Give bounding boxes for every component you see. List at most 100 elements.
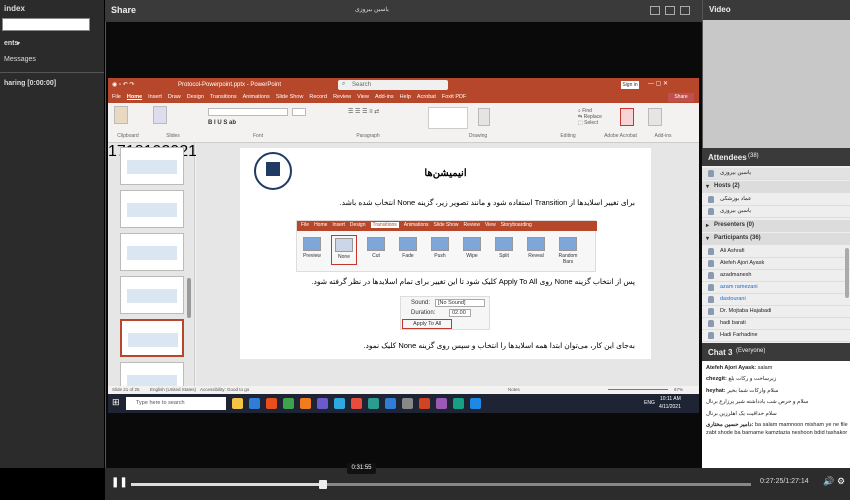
attendees-scrollbar[interactable] xyxy=(845,248,849,298)
notes-button[interactable]: Notes xyxy=(508,387,520,392)
zoom-slider[interactable] xyxy=(608,389,668,390)
host-row[interactable]: عماد بوزشکی xyxy=(702,194,850,206)
taskbar-app-icon[interactable] xyxy=(266,398,277,409)
ribbon-tab[interactable]: Add-ins xyxy=(375,94,394,100)
fullscreen-icon[interactable] xyxy=(665,6,675,15)
sound-select[interactable]: [No Sound] xyxy=(435,299,485,307)
hosts-group[interactable]: ▾ Hosts (2) xyxy=(702,181,850,193)
volume-icon[interactable]: 🔊 xyxy=(823,476,834,487)
progress-track[interactable] xyxy=(131,480,751,489)
apply-to-all-button[interactable]: Apply To All xyxy=(402,319,452,329)
ribbon-tab[interactable]: Record xyxy=(309,94,327,100)
arrange-icon[interactable] xyxy=(478,108,490,126)
share-button[interactable]: Share xyxy=(668,93,694,102)
transition-item[interactable]: Reveal xyxy=(523,235,549,265)
zoom-level[interactable]: 67% xyxy=(674,387,683,392)
ribbon-tab[interactable]: File xyxy=(112,94,121,100)
transition-item[interactable]: Push xyxy=(427,235,453,265)
slide-thumbnail[interactable] xyxy=(120,319,184,357)
ribbon-tab[interactable]: Transitions xyxy=(210,94,237,100)
transition-item[interactable]: Cut xyxy=(363,235,389,265)
slide-thumbnail[interactable] xyxy=(120,233,184,271)
layout-icon[interactable] xyxy=(650,6,660,15)
accessibility-status[interactable]: Accessibility: Good to go xyxy=(200,387,249,392)
transition-item[interactable]: Fade xyxy=(395,235,421,265)
participant-row[interactable]: Hadi Farhadine xyxy=(702,330,850,342)
new-slide-icon[interactable] xyxy=(153,106,167,124)
participant-row[interactable]: dastourani xyxy=(702,294,850,306)
bold-italic-icon[interactable]: B I U S ab xyxy=(208,120,236,126)
taskbar-app-icon[interactable] xyxy=(436,398,447,409)
presenters-group[interactable]: ▸ Presenters (0) xyxy=(702,220,850,232)
create-pdf-icon[interactable] xyxy=(620,108,634,126)
ppt-search-input[interactable]: ⌕ Search xyxy=(338,80,448,90)
taskbar-app-icon[interactable] xyxy=(453,398,464,409)
taskbar-app-icon[interactable] xyxy=(317,398,328,409)
ribbon-tab[interactable]: Insert xyxy=(148,94,162,100)
ribbon-tab[interactable]: Slide Show xyxy=(276,94,304,100)
taskbar-app-icon[interactable] xyxy=(249,398,260,409)
duration-input[interactable]: 02.00 xyxy=(449,309,471,317)
attendee-me[interactable]: یاسین بیروزی xyxy=(702,168,850,180)
slide-thumbnail[interactable] xyxy=(120,147,184,185)
taskbar-app-icon[interactable] xyxy=(351,398,362,409)
sign-in-button[interactable]: Sign in xyxy=(621,81,639,89)
participant-row[interactable]: Atefeh Ajori Ayask xyxy=(702,258,850,270)
slide-thumbnail[interactable] xyxy=(120,276,184,314)
sharing-item[interactable]: haring [0:00:00] xyxy=(4,80,56,87)
taskbar-time[interactable]: 10:11 AM xyxy=(660,396,681,402)
messages-item[interactable]: Messages xyxy=(4,56,36,63)
ribbon-tab[interactable]: Review xyxy=(333,94,351,100)
font-size-select[interactable] xyxy=(292,108,306,116)
taskbar-app-icon[interactable] xyxy=(334,398,345,409)
pause-icon[interactable]: ❚❚ xyxy=(111,477,128,488)
ribbon-tab[interactable]: Animations xyxy=(243,94,270,100)
ribbon-tab[interactable]: Acrobat xyxy=(417,94,436,100)
participant-row[interactable]: Ali Ashrafi xyxy=(702,246,850,258)
taskbar-lang[interactable]: ENG xyxy=(644,400,655,406)
left-search-input[interactable] xyxy=(2,18,90,31)
participants-group[interactable]: ▾ Participants (36) xyxy=(702,233,850,245)
progress-handle[interactable] xyxy=(319,480,328,489)
host-row[interactable]: یاسین بیروزی xyxy=(702,206,850,218)
thumbs-scrollbar[interactable] xyxy=(187,278,191,318)
paragraph-icons[interactable]: ☰ ☰ ☰ ≡ ⇄ xyxy=(348,108,379,115)
ribbon-tab[interactable]: Draw xyxy=(168,94,181,100)
taskbar-app-icon[interactable] xyxy=(283,398,294,409)
taskbar-date[interactable]: 4/11/2021 xyxy=(659,404,681,410)
taskbar-app-icon[interactable] xyxy=(470,398,481,409)
participant-row[interactable]: Dr. Mojtaba Hajabadi xyxy=(702,306,850,318)
windows-start-icon[interactable]: ⊞ xyxy=(112,397,120,408)
taskbar-app-icon[interactable] xyxy=(368,398,379,409)
taskbar-search-input[interactable]: Type here to search xyxy=(126,397,226,410)
participant-row[interactable]: hadi barati xyxy=(702,318,850,330)
ribbon-tab[interactable]: Foxit PDF xyxy=(442,94,466,100)
participant-row[interactable]: azam ramezani xyxy=(702,282,850,294)
window-controls-icon[interactable]: — ▢ ✕ xyxy=(648,80,668,87)
paste-icon[interactable] xyxy=(114,106,128,124)
transition-item[interactable]: None xyxy=(331,235,357,265)
transition-item[interactable]: Random Bars xyxy=(555,235,581,265)
taskbar-app-icon[interactable] xyxy=(402,398,413,409)
ribbon-tab[interactable]: Design xyxy=(187,94,204,100)
participant-row[interactable]: azadmanesh xyxy=(702,270,850,282)
find-replace-icon[interactable]: ⌕ Find ⇆ Replace ⬚ Select xyxy=(578,108,602,126)
taskbar-app-icon[interactable] xyxy=(419,398,430,409)
slide-thumbnail[interactable] xyxy=(120,190,184,228)
taskbar-app-icon[interactable] xyxy=(300,398,311,409)
settings-icon[interactable]: ⚙ xyxy=(837,476,845,487)
transition-item[interactable]: Preview xyxy=(299,235,325,265)
transition-item[interactable]: Wipe xyxy=(459,235,485,265)
ribbon-tab[interactable]: Home xyxy=(127,94,142,100)
add-ins-icon[interactable] xyxy=(648,108,662,126)
ribbon-tab[interactable]: View xyxy=(357,94,369,100)
taskbar-app-icon[interactable] xyxy=(385,398,396,409)
autosave-icon[interactable]: ◉ ▫ ↶ ↷ xyxy=(112,81,134,88)
transition-item[interactable]: Split xyxy=(491,235,517,265)
ribbon-tab[interactable]: Help xyxy=(400,94,411,100)
window-icon[interactable] xyxy=(680,6,690,15)
chevron-down-icon[interactable]: ▾ xyxy=(17,40,20,47)
taskbar-app-icon[interactable] xyxy=(232,398,243,409)
shapes-gallery[interactable] xyxy=(428,107,468,129)
font-name-select[interactable] xyxy=(208,108,288,116)
